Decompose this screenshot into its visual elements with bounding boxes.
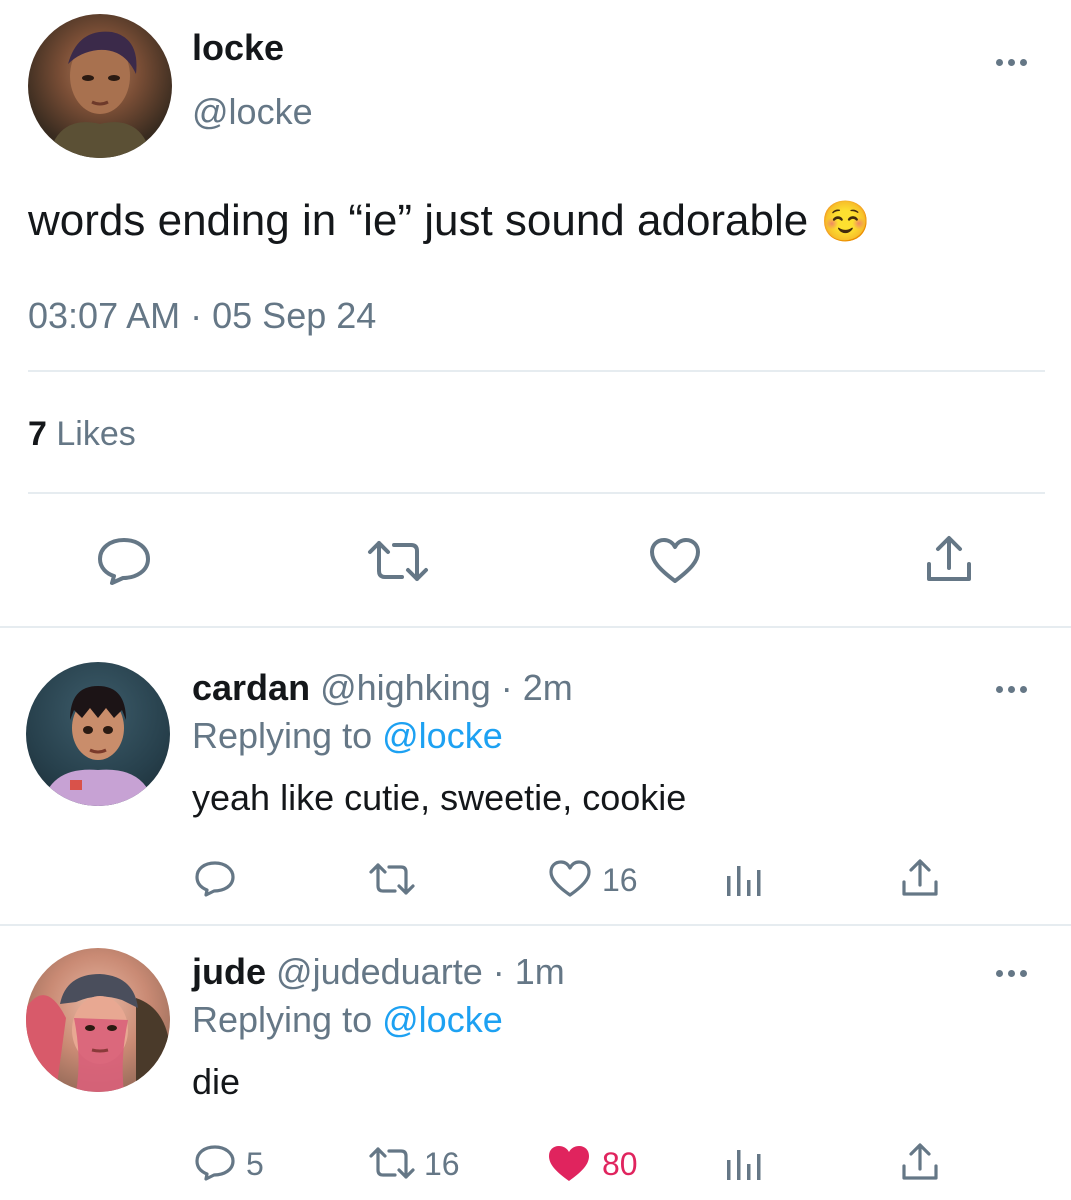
analytics-icon[interactable] [724, 860, 764, 898]
retweet-icon[interactable] [366, 540, 430, 582]
tweet-text-body: words ending in “ie” just sound adorable [28, 196, 809, 245]
replying-to-link[interactable]: @locke [382, 999, 503, 1040]
like-icon[interactable] [648, 537, 702, 585]
tweet-time: 03:07 AM [28, 295, 181, 336]
divider [0, 626, 1071, 628]
reply-author-handle[interactable]: @highking [320, 667, 491, 708]
reply-icon[interactable] [194, 1144, 236, 1182]
tweet-text: words ending in “ie” just sound adorable… [28, 196, 870, 247]
reply-header: cardan @highking · 2m [192, 668, 573, 708]
tweet-date: 05 Sep 24 [212, 295, 377, 336]
divider [28, 370, 1045, 372]
reply-age: · 1m [492, 951, 565, 992]
replying-to-prefix: Replying to [192, 715, 373, 756]
reply-author-name[interactable]: jude [192, 951, 266, 992]
likes-summary[interactable]: 7 Likes [28, 414, 136, 454]
timestamp-separator: · [190, 295, 203, 336]
reply-avatar[interactable] [26, 948, 170, 1092]
share-icon[interactable] [900, 858, 940, 898]
reply-author-name[interactable]: cardan [192, 667, 310, 708]
like-count: 16 [602, 862, 638, 898]
likes-label: Likes [56, 415, 136, 453]
reply-author-handle[interactable]: @judeduarte [276, 951, 483, 992]
divider [0, 924, 1071, 926]
author-avatar[interactable] [28, 14, 172, 158]
like-count: 80 [602, 1146, 638, 1182]
retweet-count: 16 [424, 1146, 460, 1182]
retweet-icon[interactable] [368, 1147, 416, 1179]
reply-text: yeah like cutie, sweetie, cookie [192, 777, 687, 818]
smiling-face-emoji: ☺️ [820, 200, 871, 244]
reply-avatar[interactable] [26, 662, 170, 806]
replying-to-prefix: Replying to [192, 999, 373, 1040]
likes-count: 7 [28, 415, 47, 453]
like-icon[interactable] [548, 860, 592, 898]
author-handle[interactable]: @locke [192, 92, 313, 132]
share-icon[interactable] [900, 1142, 940, 1182]
replying-to: Replying to @locke [192, 716, 503, 756]
like-icon[interactable] [546, 1144, 592, 1184]
more-icon[interactable] [996, 59, 1027, 66]
reply-count: 5 [246, 1146, 264, 1182]
replying-to-link[interactable]: @locke [382, 715, 503, 756]
share-icon[interactable] [924, 534, 974, 584]
more-icon[interactable] [996, 970, 1027, 977]
analytics-icon[interactable] [724, 1144, 764, 1182]
author-name[interactable]: locke [192, 28, 284, 68]
more-icon[interactable] [996, 686, 1027, 693]
tweet-timestamp: 03:07 AM · 05 Sep 24 [28, 296, 376, 336]
retweet-icon[interactable] [368, 863, 416, 895]
reply-icon[interactable] [96, 536, 152, 586]
reply-header: jude @judeduarte · 1m [192, 952, 565, 992]
divider [28, 492, 1045, 494]
reply-icon[interactable] [194, 860, 236, 898]
reply-age: · 2m [500, 667, 573, 708]
replying-to: Replying to @locke [192, 1000, 503, 1040]
reply-text: die [192, 1061, 241, 1102]
